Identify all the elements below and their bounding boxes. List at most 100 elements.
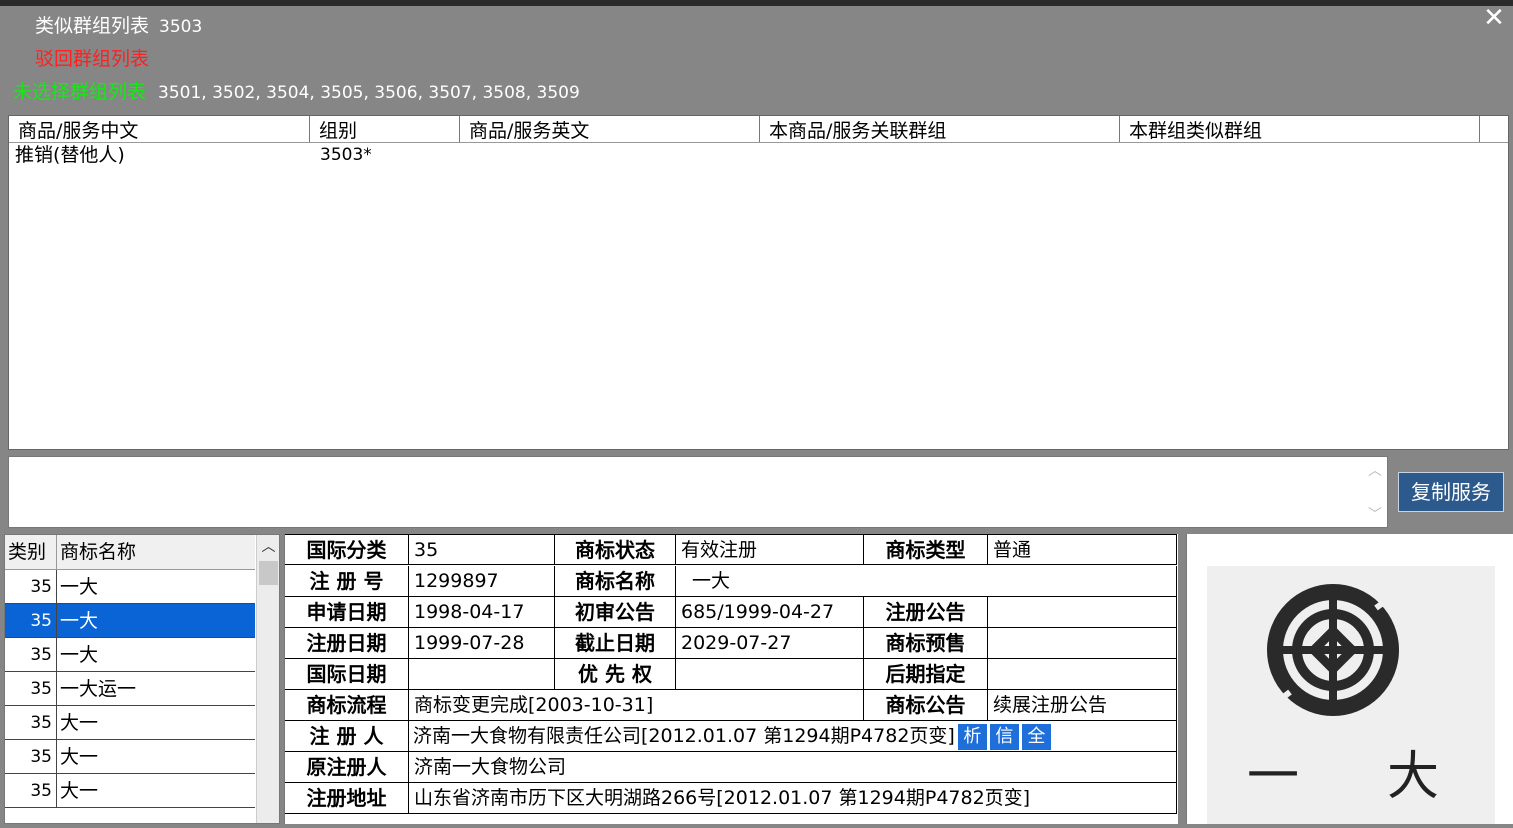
service-table: 商品/服务中文 组别 商品/服务英文 本商品/服务关联群组 本群组类似群组 推销… (8, 115, 1509, 450)
similar-groups-line: 类似群组列表 3503 (35, 14, 202, 39)
cell-cn: 推销(替他人) (15, 144, 125, 166)
presale-label: 商标预售 (864, 628, 988, 659)
trademark-detail-panel: 国际分类 35 商标状态 有效注册 商标类型 普通 注 册 号 1299897 … (284, 534, 1178, 824)
registrant-label: 注 册 人 (285, 721, 409, 752)
detail-row-1: 国际分类 35 商标状态 有效注册 商标类型 普通 (285, 534, 1177, 565)
tm-class-cell: 35 (5, 774, 57, 807)
prelim-notice-label: 初审公告 (555, 597, 676, 628)
column-header-en[interactable]: 商品/服务英文 (460, 116, 760, 142)
column-header-class[interactable]: 类别 (5, 535, 57, 569)
reg-address-label: 注册地址 (285, 783, 409, 814)
tm-class-cell: 35 (5, 740, 57, 773)
column-header-cn[interactable]: 商品/服务中文 (9, 116, 310, 142)
rejected-groups-label: 驳回群组列表 (35, 48, 150, 70)
later-designation-label: 后期指定 (864, 659, 988, 690)
unselected-groups-line: 未选择群组列表 3501, 3502, 3504, 3505, 3506, 350… (13, 80, 580, 105)
unselected-groups-value: 3501, 3502, 3504, 3505, 3506, 3507, 3508… (158, 83, 580, 103)
tm-name-cell: 大一 (60, 746, 99, 768)
tm-notice-label: 商标公告 (864, 690, 988, 721)
text-area-scrollbar[interactable]: ︿ ﹀ (1363, 457, 1387, 527)
reg-no-value: 1299897 (409, 566, 555, 597)
trademark-list-header: 类别 商标名称 (5, 535, 255, 570)
registrant-cell: 济南一大食物有限责任公司[2012.01.07 第1294期P4782页变] 析信… (409, 721, 1177, 752)
service-table-header: 商品/服务中文 组别 商品/服务英文 本商品/服务关联群组 本群组类似群组 (9, 116, 1508, 143)
reg-no-label: 注 册 号 (285, 566, 409, 597)
cell-group: 3503* (320, 145, 372, 165)
detail-row-7: 注 册 人 济南一大食物有限责任公司[2012.01.07 第1294期P478… (285, 721, 1177, 752)
detail-row-3: 申请日期 1998-04-17 初审公告 685/1999-04-27 注册公告 (285, 597, 1177, 628)
tm-name-cell: 大一 (60, 780, 99, 802)
tm-name-value: 一大 (676, 566, 1177, 597)
trademark-list: 类别 商标名称 35 一大 35 一大 35 一大 35 一大运一 35 大一 35 大一 35 大一 ︿ (4, 534, 280, 824)
tm-status-value: 有效注册 (676, 534, 864, 565)
window-top-border (0, 0, 1513, 6)
intl-class-label: 国际分类 (285, 534, 409, 565)
chevron-down-icon[interactable]: ﹀ (1363, 505, 1387, 525)
tm-name-cell: 一大 (60, 644, 99, 666)
tm-flow-value: 商标变更完成[2003-10-31] (409, 690, 864, 721)
tm-name-label: 商标名称 (555, 566, 676, 597)
column-header-similar[interactable]: 本群组类似群组 (1120, 116, 1480, 142)
expire-date-label: 截止日期 (555, 628, 676, 659)
tm-notice-value: 续展注册公告 (988, 690, 1177, 721)
list-item[interactable]: 35 一大 (5, 570, 255, 604)
trademark-logo-panel: 一 大 (1186, 534, 1513, 824)
list-item[interactable]: 35 大一 (5, 706, 255, 740)
logo-char-2: 大 (1387, 747, 1440, 807)
trademark-logo-image: 一 大 (1207, 566, 1495, 824)
credit-button[interactable]: 信 (989, 723, 1019, 750)
prelim-notice-value: 685/1999-04-27 (676, 597, 864, 628)
scrollbar-thumb[interactable] (259, 561, 278, 585)
chevron-up-icon[interactable]: ︿ (257, 537, 279, 557)
list-item[interactable]: 35 一大 (5, 604, 255, 638)
cell-similar (1120, 143, 1480, 169)
tm-type-label: 商标类型 (864, 534, 988, 565)
detail-row-5: 国际日期 优 先 权 后期指定 (285, 659, 1177, 690)
tm-type-value: 普通 (988, 534, 1177, 565)
table-row[interactable]: 推销(替他人) 3503* (9, 143, 1508, 169)
column-header-group[interactable]: 组别 (310, 116, 460, 142)
tm-class-cell: 35 (5, 638, 57, 671)
later-designation-value (988, 659, 1177, 690)
list-item[interactable]: 35 一大运一 (5, 672, 255, 706)
list-item[interactable]: 35 大一 (5, 740, 255, 774)
copy-service-button[interactable]: 复制服务 (1398, 472, 1504, 512)
column-header-related[interactable]: 本商品/服务关联群组 (760, 116, 1120, 142)
close-icon[interactable]: ✕ (1480, 4, 1508, 32)
trademark-list-rows: 35 一大 35 一大 35 一大 35 一大运一 35 大一 35 大一 35 大一 (5, 570, 279, 808)
priority-label: 优 先 权 (555, 659, 676, 690)
intl-date-value (409, 659, 555, 690)
registrant-value: 济南一大食物有限责任公司[2012.01.07 第1294期P4782页变] (413, 725, 955, 747)
unselected-groups-label: 未选择群组列表 (13, 81, 147, 103)
orig-registrant-label: 原注册人 (285, 752, 409, 783)
list-item[interactable]: 35 一大 (5, 638, 255, 672)
rejected-groups-line: 驳回群组列表 (35, 47, 159, 71)
cell-related (760, 143, 1120, 169)
column-header-filler (1480, 116, 1508, 142)
intl-class-value: 35 (409, 534, 555, 565)
similar-groups-value: 3503 (159, 17, 203, 37)
reg-notice-label: 注册公告 (864, 597, 988, 628)
tm-name-cell: 大一 (60, 712, 99, 734)
expire-date-value: 2029-07-27 (676, 628, 864, 659)
list-item[interactable]: 35 大一 (5, 774, 255, 808)
detail-row-6: 商标流程 商标变更完成[2003-10-31] 商标公告 续展注册公告 (285, 690, 1177, 721)
reg-notice-value (988, 597, 1177, 628)
tm-name-cell: 一大运一 (60, 678, 137, 700)
chevron-up-icon[interactable]: ︿ (1363, 461, 1387, 481)
detail-row-9: 注册地址 山东省济南市历下区大明湖路266号[2012.01.07 第1294期… (285, 783, 1177, 814)
tm-class-cell: 35 (5, 604, 57, 637)
column-header-tm-name[interactable]: 商标名称 (57, 535, 255, 569)
analyze-button[interactable]: 析 (957, 723, 987, 750)
tm-class-cell: 35 (5, 570, 57, 603)
tm-status-label: 商标状态 (555, 534, 676, 565)
trademark-list-scrollbar[interactable]: ︿ (256, 535, 279, 823)
logo-char-1: 一 (1247, 747, 1300, 807)
cell-en (460, 143, 760, 169)
service-text-area[interactable]: ︿ ﹀ (8, 456, 1388, 528)
intl-date-label: 国际日期 (285, 659, 409, 690)
reg-address-value: 山东省济南市历下区大明湖路266号[2012.01.07 第1294期P4782… (409, 783, 1177, 814)
all-button[interactable]: 全 (1021, 723, 1051, 750)
apply-date-value: 1998-04-17 (409, 597, 555, 628)
tm-class-cell: 35 (5, 672, 57, 705)
